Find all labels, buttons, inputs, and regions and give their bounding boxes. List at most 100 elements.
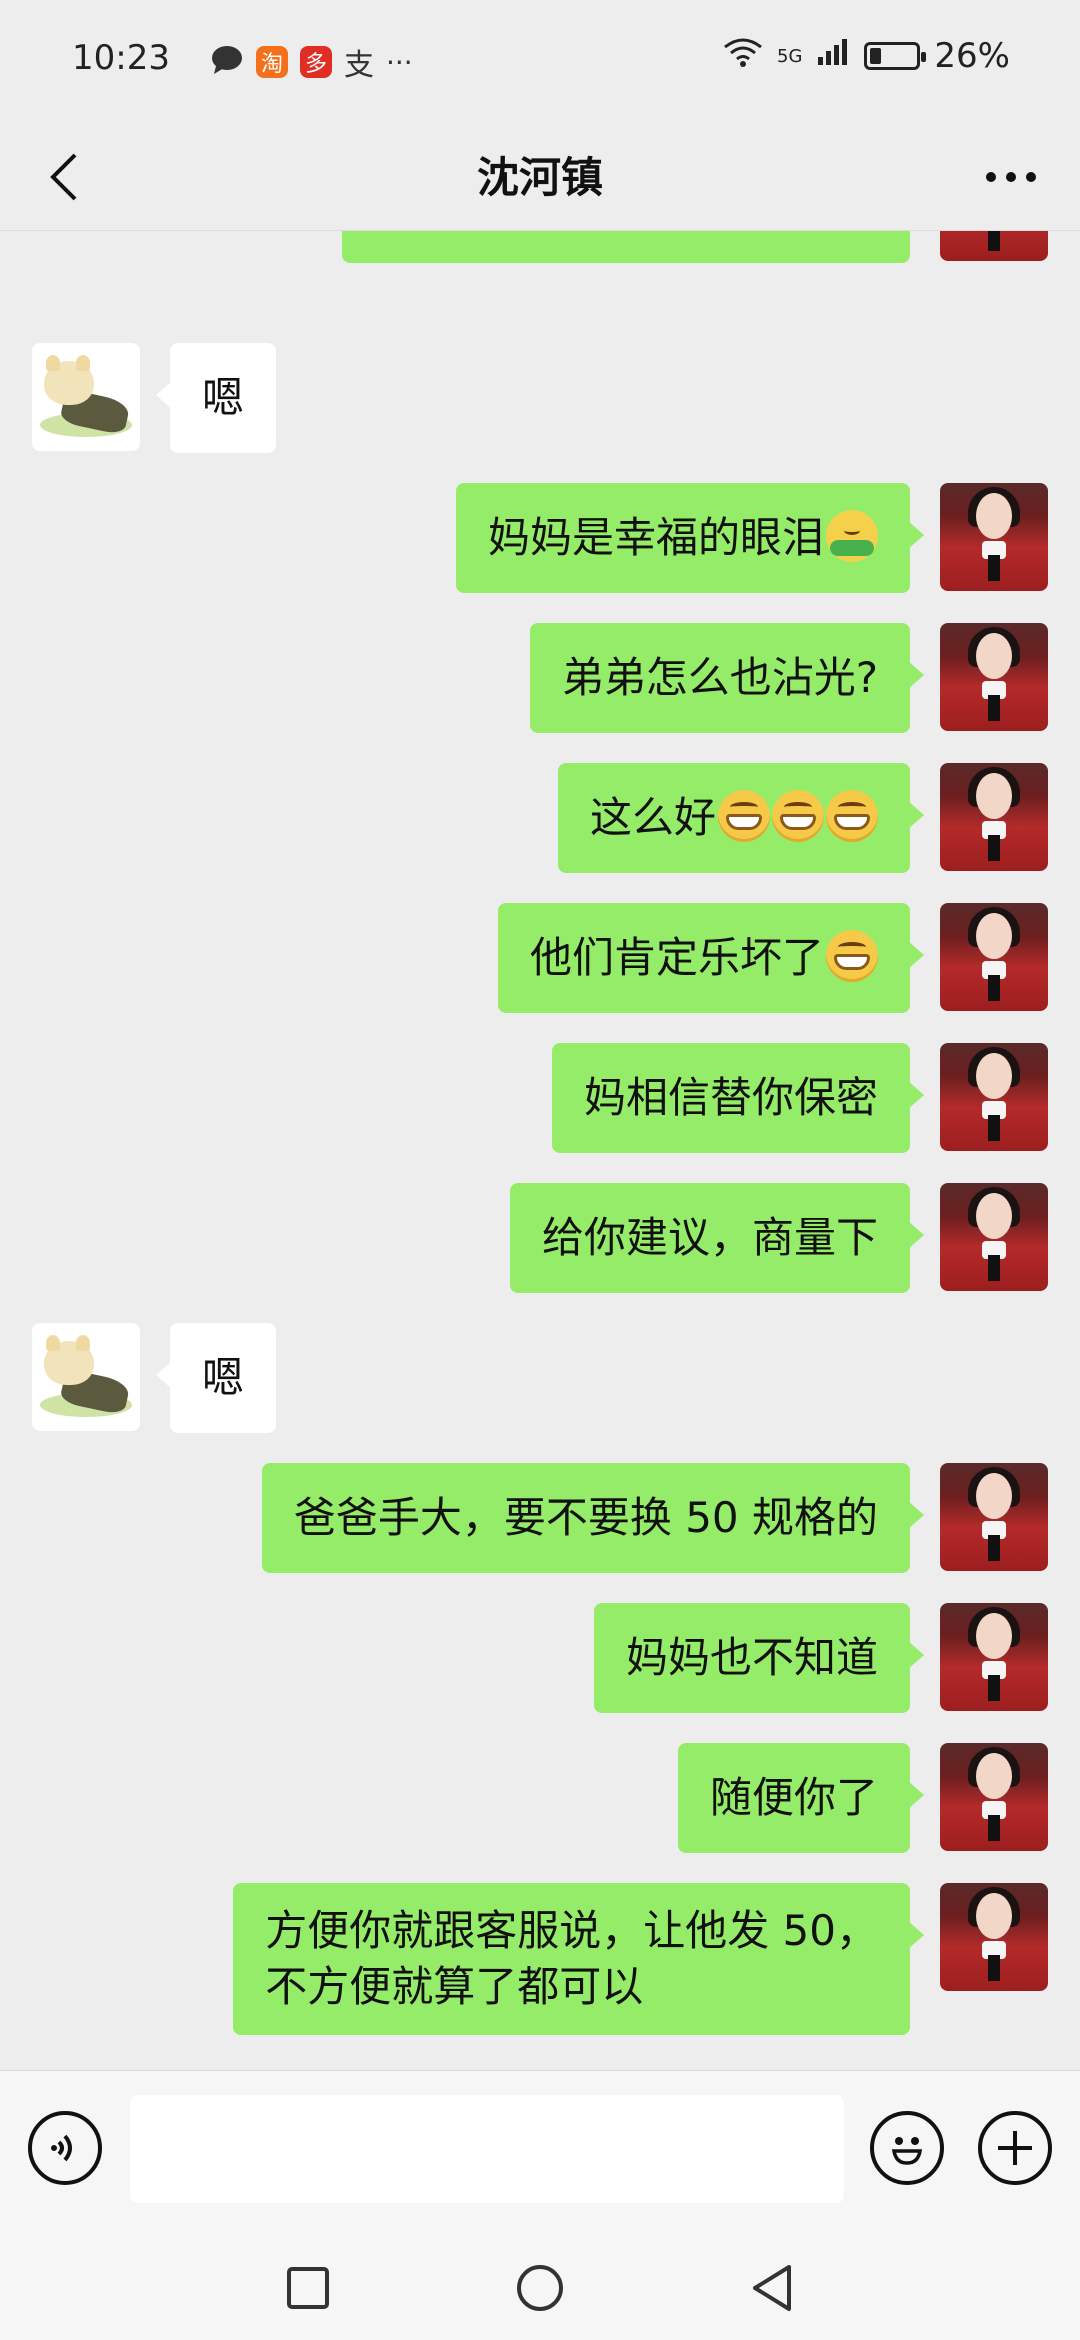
received-message-bubble[interactable]: 嗯 [155, 343, 277, 453]
avatar-face [976, 913, 1012, 959]
my-avatar[interactable] [940, 1183, 1048, 1291]
circle-icon [517, 2265, 563, 2311]
message-text: 妈相信替你保密 [583, 1073, 878, 1122]
battery-fill [870, 48, 882, 64]
message-text: 嗯 [202, 373, 245, 422]
grin-emoji [718, 790, 770, 842]
avatar-face [976, 1193, 1012, 1239]
my-avatar[interactable] [940, 903, 1048, 1011]
smiley-icon [891, 2137, 923, 2165]
plus-icon [998, 2131, 1032, 2165]
message-input[interactable] [130, 2095, 844, 2203]
pinduoduo-icon: 多 [300, 46, 332, 78]
more-dots-icon [986, 172, 1036, 182]
grin-emoji [826, 790, 878, 842]
grin-emoji [826, 930, 878, 982]
sent-message-bubble[interactable]: 给你建议，商量下 [509, 1183, 925, 1293]
sent-message-bubble[interactable]: 随便你了 [677, 1743, 925, 1853]
message-text: 为有你这么贴心的儿子感动 [374, 231, 878, 232]
sent-message-bubble[interactable]: 妈妈也不知道 [593, 1603, 925, 1713]
avatar-face [976, 1753, 1012, 1799]
grin-emoji [772, 790, 824, 842]
emoji-button[interactable] [870, 2111, 944, 2185]
avatar-ear [46, 1335, 60, 1351]
my-avatar[interactable] [940, 231, 1048, 261]
battery-percent: 26% [934, 36, 1010, 76]
avatar-face [976, 1053, 1012, 1099]
sent-message-bubble[interactable]: 妈妈是幸福的眼泪 [455, 483, 925, 593]
avatar-face [976, 1473, 1012, 1519]
contact-avatar[interactable] [32, 343, 140, 451]
avatar-face [976, 493, 1012, 539]
my-avatar[interactable] [940, 1743, 1048, 1851]
avatar-bow [988, 1955, 1000, 1981]
chat-bubble-icon [210, 44, 244, 80]
avatar-bow [988, 835, 1000, 861]
message-text: 他们肯定乐坏了 [529, 933, 824, 982]
message-list[interactable]: 为有你这么贴心的儿子感动嗯妈妈是幸福的眼泪弟弟怎么也沾光?这么好他们肯定乐坏了妈… [0, 231, 1080, 2069]
message-text-line: 不方便就算了都可以 [265, 1962, 644, 2011]
message-row: 为有你这么贴心的儿子感动 [0, 231, 1080, 263]
system-indicators: 5G 26% [723, 36, 1010, 76]
sent-message-bubble[interactable]: 弟弟怎么也沾光? [529, 623, 925, 733]
back-nav-button[interactable] [742, 2258, 802, 2318]
received-message-bubble[interactable]: 嗯 [155, 1323, 277, 1433]
avatar-bow [988, 555, 1000, 581]
input-bar [0, 2070, 1080, 2231]
sent-message-bubble[interactable]: 爸爸手大，要不要换 50 规格的 [261, 1463, 925, 1573]
message-row: 嗯 [0, 343, 1080, 453]
avatar-bow [988, 1115, 1000, 1141]
wifi-icon [723, 36, 763, 76]
hug-emoji [826, 510, 878, 562]
message-row: 嗯 [0, 1323, 1080, 1433]
triangle-back-icon [753, 2265, 791, 2311]
message-text: 嗯 [202, 1353, 245, 1402]
my-avatar[interactable] [940, 483, 1048, 591]
avatar-face [976, 1613, 1012, 1659]
message-text: 随便你了 [709, 1773, 878, 1822]
system-navigation-bar [0, 2230, 1080, 2340]
avatar-face [976, 633, 1012, 679]
my-avatar[interactable] [940, 1043, 1048, 1151]
sent-message-bubble[interactable]: 他们肯定乐坏了 [497, 903, 925, 1013]
avatar-bow [988, 695, 1000, 721]
message-row: 随便你了 [0, 1743, 1080, 1853]
message-text: 给你建议，商量下 [541, 1213, 878, 1262]
avatar-ear [46, 355, 60, 371]
message-row: 爸爸手大，要不要换 50 规格的 [0, 1463, 1080, 1573]
more-options-button[interactable] [976, 142, 1046, 212]
avatar-bow [988, 1815, 1000, 1841]
avatar-bow [988, 975, 1000, 1001]
sent-message-bubble[interactable]: 妈相信替你保密 [551, 1043, 925, 1153]
chat-title: 沈河镇 [476, 153, 603, 202]
signal-icon [816, 36, 850, 76]
sent-message-bubble[interactable]: 方便你就跟客服说，让他发 50， 不方便就算了都可以 [233, 1883, 924, 2035]
sent-message-bubble[interactable]: 这么好 [557, 763, 925, 873]
more-notifications-icon: ··· [386, 45, 413, 79]
my-avatar[interactable] [940, 1463, 1048, 1571]
add-button[interactable] [978, 2111, 1052, 2185]
message-text: 妈妈是幸福的眼泪 [487, 513, 824, 562]
my-avatar[interactable] [940, 1603, 1048, 1711]
voice-button[interactable] [28, 2111, 102, 2185]
my-avatar[interactable] [940, 623, 1048, 731]
recent-apps-button[interactable] [278, 2258, 338, 2318]
my-avatar[interactable] [940, 1883, 1048, 1991]
sent-message-bubble[interactable]: 为有你这么贴心的儿子感动 [341, 231, 910, 263]
message-row: 他们肯定乐坏了 [0, 903, 1080, 1013]
network-type-label: 5G [777, 45, 803, 67]
avatar-face [976, 773, 1012, 819]
message-row: 给你建议，商量下 [0, 1183, 1080, 1293]
chat-header: 沈河镇 [0, 120, 1080, 231]
message-text: 弟弟怎么也沾光? [561, 653, 878, 702]
home-button[interactable] [510, 2258, 570, 2318]
my-avatar[interactable] [940, 763, 1048, 871]
message-text: 妈妈也不知道 [625, 1633, 878, 1682]
message-text: 爸爸手大，要不要换 50 规格的 [293, 1493, 878, 1542]
message-text-line: 方便你就跟客服说，让他发 50， [265, 1906, 878, 1955]
message-row: 弟弟怎么也沾光? [0, 623, 1080, 733]
voice-icon [51, 2134, 72, 2162]
contact-avatar[interactable] [32, 1323, 140, 1431]
avatar-ear [76, 1335, 90, 1351]
notification-icons: 淘 多 支 ··· [210, 40, 413, 84]
